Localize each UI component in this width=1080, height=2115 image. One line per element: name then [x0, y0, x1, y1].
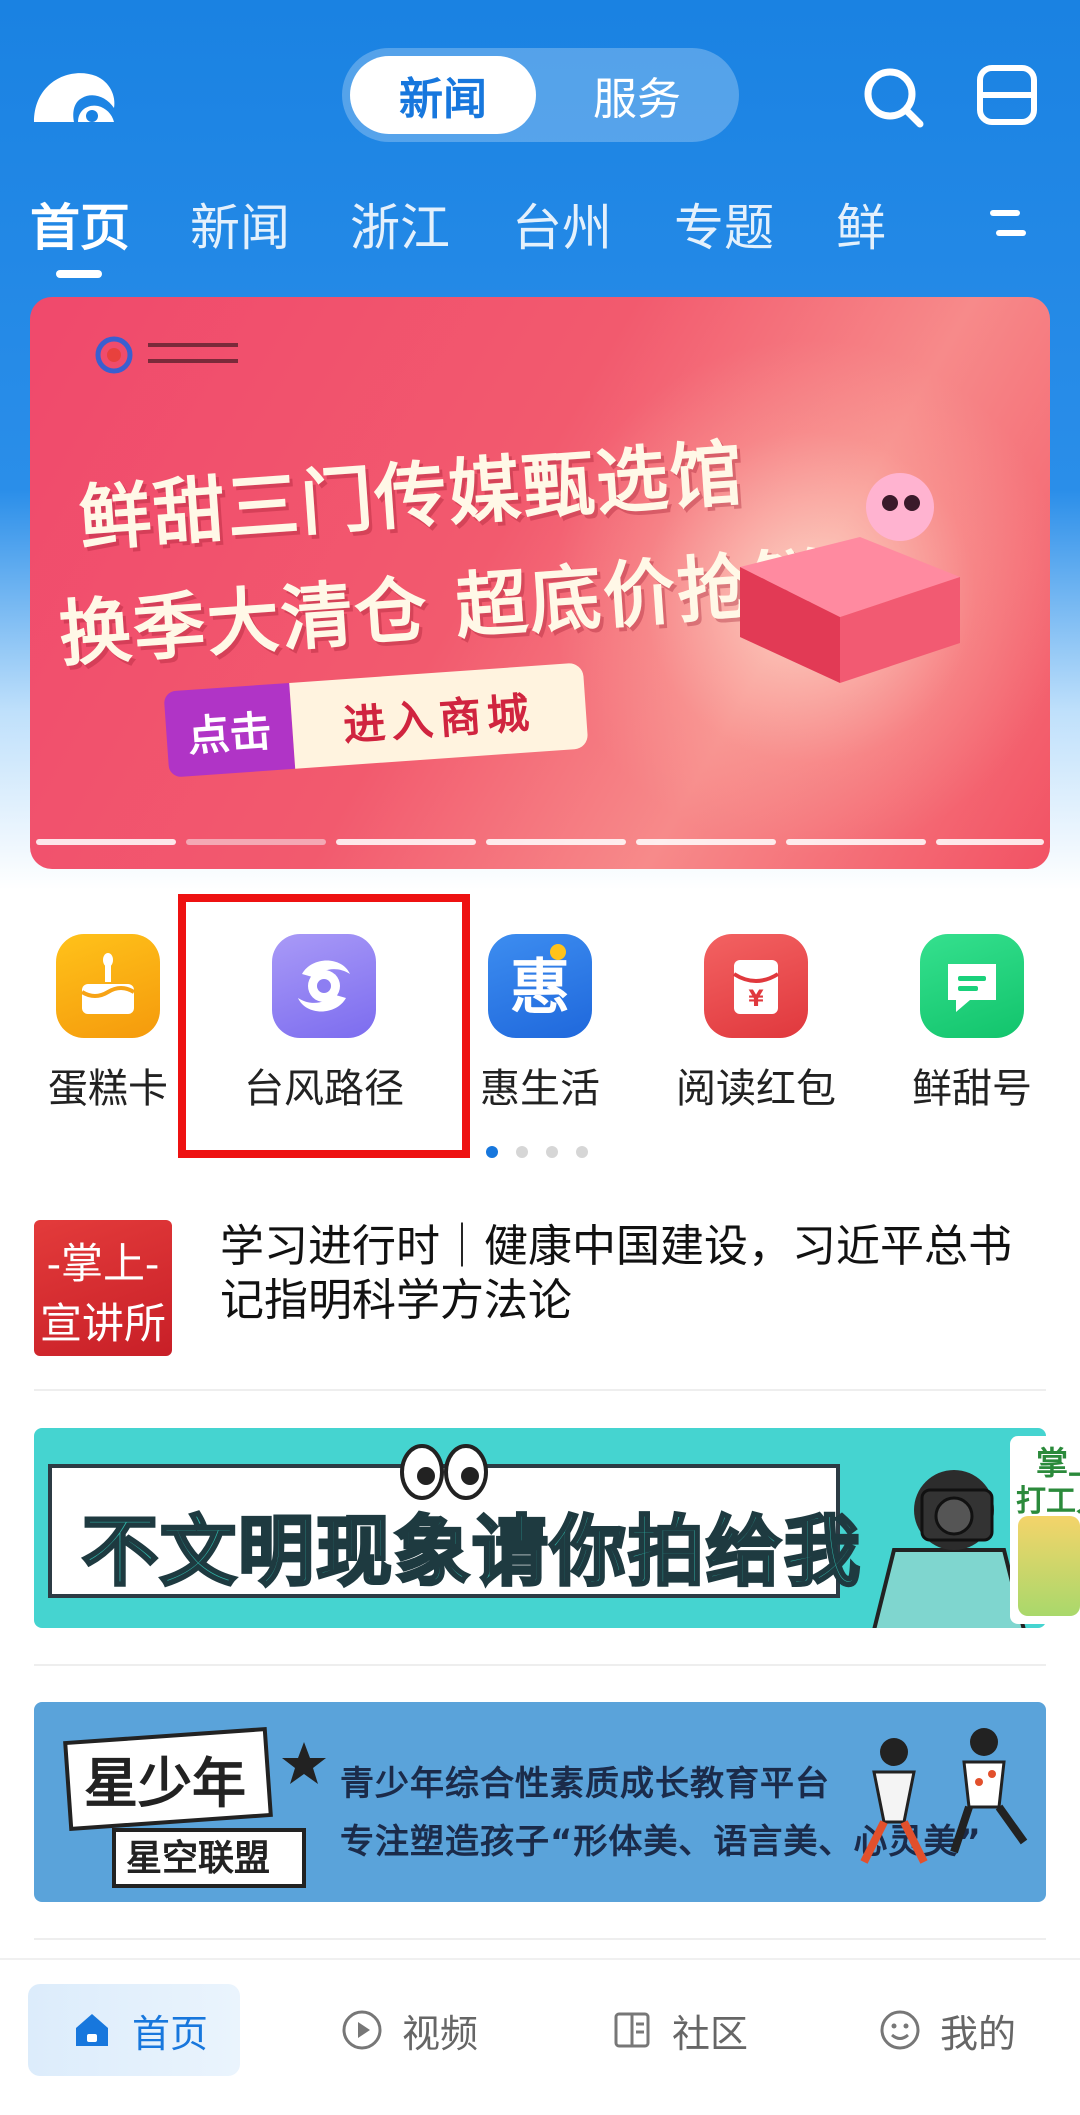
- menu-icon[interactable]: [976, 64, 1038, 126]
- active-tab-indicator: [56, 270, 102, 278]
- ad1-text: 不文明现象请你拍给我: [81, 1506, 862, 1598]
- dancers-icon: [860, 1728, 1028, 1864]
- tab-fresh[interactable]: 鲜: [836, 188, 886, 260]
- community-icon: [614, 2012, 650, 2048]
- banner-pagination: [30, 839, 1050, 847]
- service-pagination: [486, 1146, 596, 1160]
- banner-button-right: 进入商城: [289, 662, 589, 769]
- service-label: 鲜甜号: [912, 1066, 1032, 1112]
- home-icon: [76, 2014, 108, 2046]
- nav-video[interactable]: 视频: [340, 1984, 478, 2076]
- category-tabs: 首页 新闻 浙江 台州 专题 鲜: [30, 188, 1080, 258]
- ad-side-worker[interactable]: 掌上 打工人: [1010, 1436, 1080, 1624]
- red-envelope-icon: ¥: [732, 960, 780, 1014]
- service-label: 阅读红包: [676, 1066, 836, 1112]
- segment-services[interactable]: 服务: [542, 56, 732, 134]
- hui-life-icon: 惠: [510, 944, 570, 1023]
- banner-logo-icon: [95, 336, 238, 374]
- nav-profile[interactable]: 我的: [878, 1984, 1016, 2076]
- nav-label: 我的: [940, 2011, 1017, 2056]
- ad-banner-star-youth[interactable]: 星少年 星空联盟 青少年综合性素质成长教育平台 专注塑造孩子“形体美、语言美、心…: [34, 1702, 1046, 1902]
- ad2-line-1: 青少年综合性素质成长教育平台: [340, 1764, 830, 1804]
- news-title: 学习进行时｜健康中国建设，习近平总书记指明科学方法论: [220, 1221, 1012, 1326]
- svg-text:星少年: 星少年: [84, 1752, 246, 1815]
- segment-news[interactable]: 新闻: [350, 56, 536, 134]
- tab-menu-icon[interactable]: [990, 208, 1026, 238]
- divider: [34, 1664, 1046, 1666]
- star-youth-logo: 星少年 星空联盟: [63, 1726, 326, 1888]
- svg-text:惠: 惠: [510, 953, 570, 1023]
- banner-button-left: 点击: [163, 682, 296, 778]
- eyes-icon: [400, 1444, 488, 1500]
- svg-text:星空联盟: 星空联盟: [126, 1838, 270, 1879]
- news-service-switch: 新闻 服务: [342, 48, 739, 142]
- tab-news[interactable]: 新闻: [190, 188, 290, 260]
- promo-banner[interactable]: 鲜甜三门传媒甄选馆 换季大清仓 超底价抢鲜 点击 进入商城: [30, 297, 1050, 869]
- service-reading-red-envelope[interactable]: ¥ 阅读红包: [648, 930, 864, 1130]
- cake-icon: [80, 953, 136, 1014]
- news-thumbnail: -掌上- 宣讲所: [34, 1220, 172, 1356]
- page-dot: [546, 1146, 558, 1158]
- service-grid: 蛋糕卡 台风路径 惠 惠生活 ¥ 阅读红包 鲜甜号: [0, 930, 1080, 1130]
- video-icon: [342, 2010, 382, 2050]
- app-logo-icon: [34, 73, 115, 122]
- tab-topics[interactable]: 专题: [674, 188, 774, 260]
- bottom-navigation: 首页 视频 社区 我的: [0, 1958, 1080, 2115]
- nav-home[interactable]: 首页: [28, 1984, 240, 2076]
- page-dot: [516, 1146, 528, 1158]
- ad-banner-civility[interactable]: 不文明现象请你拍给我: [34, 1428, 1046, 1628]
- highlight-annotation-box: [178, 894, 470, 1158]
- enter-mall-button[interactable]: 点击 进入商城: [163, 662, 589, 778]
- tab-zhejiang[interactable]: 浙江: [350, 188, 450, 260]
- service-xiantian-account[interactable]: 鲜甜号: [864, 930, 1080, 1130]
- page-dot: [576, 1146, 588, 1158]
- nav-community[interactable]: 社区: [610, 1984, 748, 2076]
- gift-box-icon: [740, 473, 960, 683]
- nav-label: 社区: [672, 2011, 749, 2056]
- divider: [34, 1389, 1046, 1391]
- page-dot-active: [486, 1146, 498, 1158]
- tab-taizhou[interactable]: 台州: [512, 188, 612, 260]
- tab-home[interactable]: 首页: [30, 188, 130, 260]
- news-list-item[interactable]: -掌上- 宣讲所 学习进行时｜健康中国建设，习近平总书记指明科学方法论: [34, 1218, 1046, 1358]
- chat-bubble-icon: [948, 964, 996, 1012]
- search-icon[interactable]: [862, 66, 926, 130]
- nav-label: 视频: [402, 2011, 479, 2056]
- profile-icon: [880, 2010, 920, 2050]
- divider: [34, 1938, 1046, 1940]
- svg-text:¥: ¥: [748, 987, 764, 1012]
- nav-label: 首页: [132, 2011, 209, 2056]
